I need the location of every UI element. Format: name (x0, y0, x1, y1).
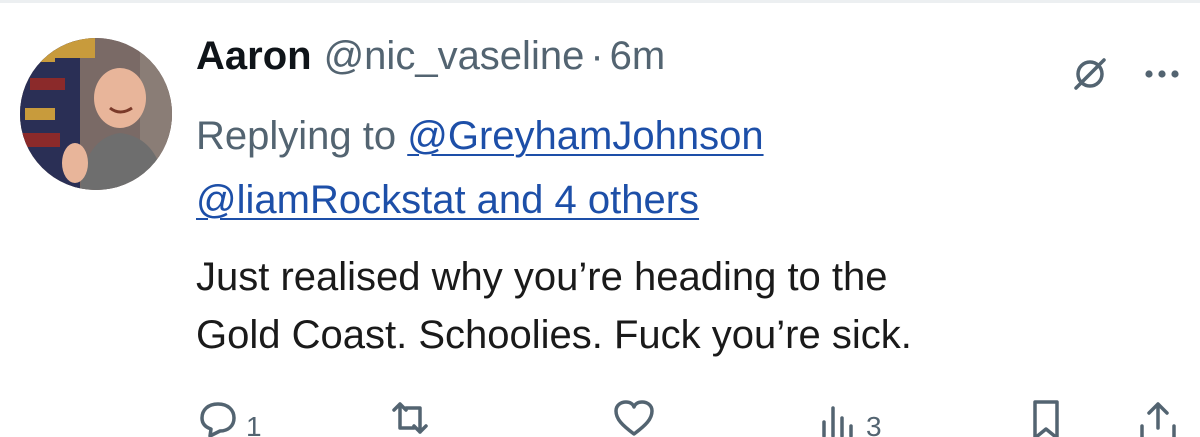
tweet-text: Just realised why you’re heading to the … (196, 248, 1156, 364)
avatar[interactable] (20, 38, 172, 190)
separator: · (590, 34, 604, 78)
replying-prefix: Replying to (196, 114, 408, 158)
like-icon (612, 398, 656, 437)
tweet-text-line: Just realised why you’re heading to the (196, 255, 888, 299)
reply-icon (198, 398, 238, 437)
views-count: 3 (866, 411, 882, 437)
replying-to: Replying to @GreyhamJohnson (196, 106, 1156, 166)
replying-to-others: @liamRockstat and 4 others (196, 170, 1156, 230)
tweet-header: Aaron @nic_vaseline · 6m (196, 34, 1156, 90)
reply-mention-others-link[interactable]: @liamRockstat and 4 others (196, 178, 699, 222)
user-handle[interactable]: @nic_vaseline (324, 34, 585, 79)
bookmark-button[interactable] (1028, 398, 1064, 437)
share-button[interactable] (1136, 398, 1180, 437)
tweet[interactable]: Aaron @nic_vaseline · 6m Replying to @Gr… (0, 0, 1200, 437)
views-button[interactable]: 3 (818, 398, 882, 437)
retweet-button[interactable] (388, 398, 440, 437)
action-bar: 1 3 (196, 398, 1196, 437)
reply-mention-link[interactable]: @GreyhamJohnson (407, 114, 763, 158)
bookmark-icon (1028, 398, 1064, 437)
avatar-photo (20, 38, 172, 190)
like-button[interactable] (612, 398, 664, 437)
retweet-icon (388, 398, 432, 437)
share-icon (1136, 398, 1180, 437)
views-icon (818, 398, 858, 437)
tweet-content: Aaron @nic_vaseline · 6m Replying to @Gr… (196, 34, 1156, 364)
timestamp[interactable]: 6m (610, 34, 666, 79)
reply-count: 1 (246, 411, 262, 437)
display-name[interactable]: Aaron (196, 34, 312, 79)
divider (0, 0, 1200, 3)
reply-button[interactable]: 1 (198, 398, 262, 437)
tweet-text-line: Gold Coast. Schoolies. Fuck you’re sick. (196, 313, 912, 357)
